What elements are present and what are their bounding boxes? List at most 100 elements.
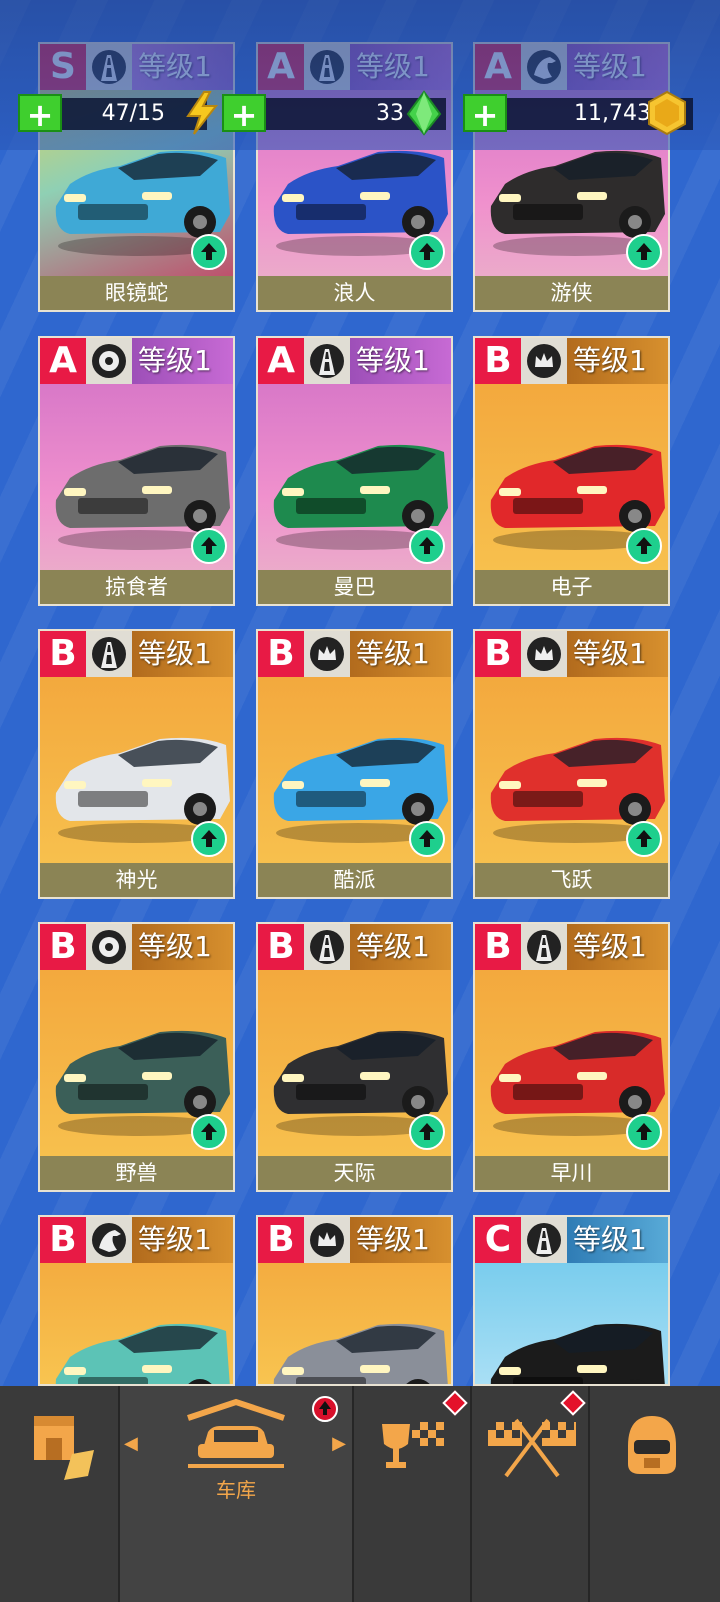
car-name: 浪人 (258, 276, 451, 310)
car-level: 等级1 (350, 924, 451, 970)
garage-prev-arrow-icon[interactable]: ◀ (124, 1433, 138, 1454)
car-card[interactable]: B 等级1 (38, 1215, 235, 1386)
car-tier: B (475, 631, 521, 677)
car-level: 等级1 (567, 338, 668, 384)
upgrade-available-icon (191, 821, 227, 857)
add-energy-button[interactable]: + (18, 94, 62, 134)
alert-badge (442, 1390, 468, 1416)
car-card[interactable]: B 等级1 野兽 (38, 922, 235, 1192)
car-level: 等级1 (350, 338, 451, 384)
car-tier: A (40, 338, 86, 384)
garage-car-icon (187, 1398, 285, 1468)
car-name: 早川 (475, 1156, 668, 1190)
car-image (273, 1323, 448, 1384)
crown-icon (304, 631, 350, 677)
car-tier: A (258, 338, 304, 384)
alert-badge (560, 1390, 586, 1416)
car-name: 游侠 (475, 276, 668, 310)
crown-icon (521, 338, 567, 384)
car-tier: B (40, 631, 86, 677)
garage-next-arrow-icon[interactable]: ▶ (332, 1433, 346, 1454)
upgrade-available-icon (626, 1114, 662, 1150)
car-tier: B (258, 631, 304, 677)
green-gem-icon (406, 90, 442, 136)
car-card[interactable]: B 等级1 (256, 1215, 453, 1386)
upgrade-available-icon (626, 528, 662, 564)
car-card[interactable]: A 等级1 曼巴 (256, 336, 453, 606)
car-card[interactable]: A 等级1 掠食者 (38, 336, 235, 606)
garage-tab[interactable]: ◀ ▶ 车库 (120, 1386, 352, 1602)
gold-coin-icon (648, 90, 686, 136)
shop-icon (34, 1416, 94, 1480)
car-level: 等级1 (567, 1217, 668, 1263)
lightning-icon (186, 91, 219, 135)
car-image (55, 1323, 230, 1384)
car-tier: B (258, 924, 304, 970)
car-level: 等级1 (350, 631, 451, 677)
trophy-flag-icon (382, 1422, 444, 1468)
car-level: 等级1 (350, 1217, 451, 1263)
add-coins-button[interactable]: + (463, 94, 507, 134)
car-tier: B (40, 924, 86, 970)
bottom-nav: ◀ ▶ 车库 (0, 1386, 720, 1602)
profile-tab[interactable] (590, 1386, 720, 1602)
car-image (490, 1323, 665, 1384)
upgrade-available-icon (191, 1114, 227, 1150)
car-tier: C (475, 1217, 521, 1263)
car-level: 等级1 (132, 631, 233, 677)
upgrade-available-icon (626, 821, 662, 857)
race-tab[interactable] (472, 1386, 588, 1602)
checkered-flags-icon (488, 1418, 576, 1478)
car-card[interactable]: B 等级1 酷派 (256, 629, 453, 899)
car-level: 等级1 (132, 338, 233, 384)
car-name: 电子 (475, 570, 668, 604)
road-icon (521, 1217, 567, 1263)
road-icon (521, 924, 567, 970)
tire-icon (86, 924, 132, 970)
garage-label: 车库 (216, 1478, 256, 1502)
shop-tab[interactable] (0, 1386, 118, 1602)
car-card[interactable]: C 等级1 (473, 1215, 670, 1386)
trophies-tab[interactable] (354, 1386, 470, 1602)
car-tier: B (40, 1217, 86, 1263)
upgrade-available-icon (409, 1114, 445, 1150)
upgrade-available-icon (409, 234, 445, 270)
crown-icon (304, 1217, 350, 1263)
car-tier: B (258, 1217, 304, 1263)
car-tier: B (475, 924, 521, 970)
upgrade-available-icon (191, 234, 227, 270)
helmet-icon (628, 1416, 676, 1474)
car-level: 等级1 (132, 1217, 233, 1263)
upgrade-available-icon (409, 821, 445, 857)
car-name: 飞跃 (475, 863, 668, 897)
road-icon (304, 924, 350, 970)
car-card[interactable]: B 等级1 飞跃 (473, 629, 670, 899)
road-icon (304, 338, 350, 384)
tire-icon (86, 338, 132, 384)
car-grid: S等级1眼镜蛇A等级1浪人A等级1游侠A等级1掠食者A等级1曼巴B等级1电子B等… (0, 0, 720, 1602)
upgrade-available-icon (409, 528, 445, 564)
car-card[interactable]: B 等级1 电子 (473, 336, 670, 606)
car-name: 掠食者 (40, 570, 233, 604)
car-name: 曼巴 (258, 570, 451, 604)
car-card[interactable]: B 等级1 早川 (473, 922, 670, 1192)
car-name: 酷派 (258, 863, 451, 897)
car-name: 眼镜蛇 (40, 276, 233, 310)
car-name: 神光 (40, 863, 233, 897)
energy-counter: + 47/15 (18, 91, 219, 135)
add-gems-button[interactable]: + (222, 94, 266, 134)
car-level: 等级1 (567, 924, 668, 970)
upgrade-available-icon (626, 234, 662, 270)
car-name: 天际 (258, 1156, 451, 1190)
crown-icon (521, 631, 567, 677)
car-card[interactable]: B 等级1 天际 (256, 922, 453, 1192)
car-level: 等级1 (132, 924, 233, 970)
car-level: 等级1 (567, 631, 668, 677)
gems-counter: + 33 (222, 90, 446, 136)
car-name: 野兽 (40, 1156, 233, 1190)
coins-counter: + 11,743 (463, 90, 693, 136)
car-card[interactable]: B 等级1 神光 (38, 629, 235, 899)
car-tier: B (475, 338, 521, 384)
upgrade-badge (312, 1396, 338, 1422)
horse-icon (86, 1217, 132, 1263)
